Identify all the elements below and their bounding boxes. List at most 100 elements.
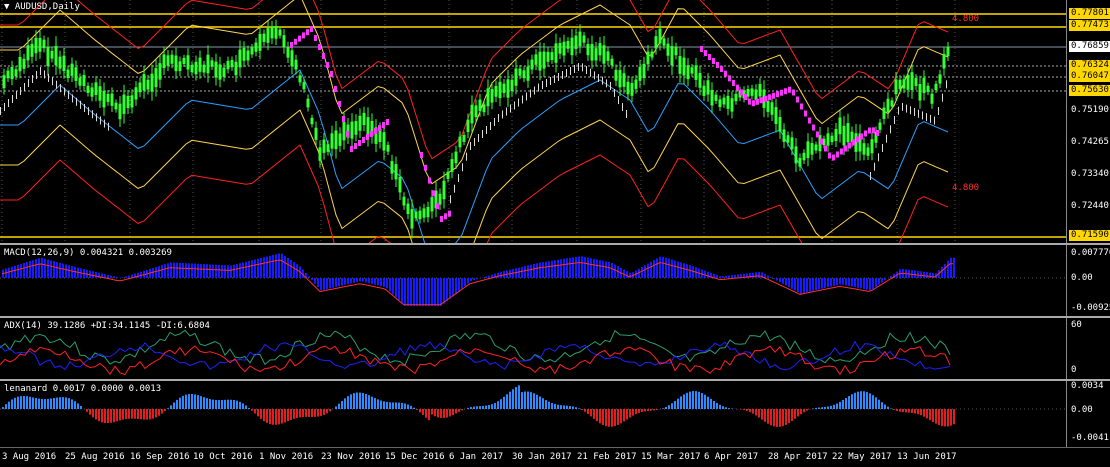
trend-dot	[946, 80, 947, 89]
candle-body	[230, 60, 234, 68]
macd-bar	[320, 278, 322, 291]
supertrend-dot	[832, 154, 835, 161]
candle-body	[546, 51, 550, 62]
lenanard-bar	[446, 409, 448, 418]
date-axis[interactable]: 3 Aug 2016 25 Aug 2016 16 Sep 2016 10 Oc…	[0, 448, 1110, 467]
lenanard-bar	[908, 409, 910, 413]
candle-body	[238, 49, 242, 68]
lenanard-bar	[611, 409, 613, 427]
candle-body	[70, 63, 74, 76]
lenanard-bar	[521, 392, 523, 409]
macd-pane[interactable]: MACD(12,26,9) 0.004321 0.003269	[0, 245, 1066, 316]
candle-body	[834, 129, 838, 142]
trend-dot	[16, 91, 17, 99]
candle-body	[150, 73, 154, 92]
macd-bar	[353, 278, 355, 283]
lenanard-bar	[68, 398, 70, 409]
trend-dot	[614, 89, 615, 97]
candle-body	[66, 69, 70, 79]
candle-body	[190, 64, 194, 73]
macd-bar	[668, 258, 670, 278]
adx-axis[interactable]: 60 0	[1066, 318, 1110, 379]
candle-body	[934, 83, 938, 90]
macd-bar	[62, 263, 64, 278]
lenanard-bar	[830, 405, 832, 409]
lenanard-pane[interactable]: lenanard 0.0017 0.0000 0.0013	[0, 381, 1066, 447]
macd-bar	[539, 262, 541, 278]
trend-dot	[498, 114, 499, 122]
lenanard-bar	[491, 404, 493, 409]
macd-bar	[947, 260, 949, 278]
trend-dot	[558, 73, 559, 81]
candle-body	[594, 48, 598, 61]
macd-axis[interactable]: 0.007776 0.00 -0.009257	[1066, 245, 1110, 316]
date-tick: 10 Oct 2016	[193, 452, 253, 462]
price-axis[interactable]: 0.77801 0.77473 0.76859 0.76324 0.76047 …	[1066, 0, 1110, 243]
macd-bar	[431, 278, 433, 306]
lenanard-bar	[404, 403, 406, 409]
macd-bar	[521, 266, 523, 278]
lenanard-bar	[200, 396, 202, 409]
adx-pane[interactable]: ADX(14) 39.1286 +DI:34.1145 -DI:6.6804	[0, 318, 1066, 379]
macd-bar	[686, 264, 688, 278]
macd-bar	[41, 257, 43, 278]
lenanard-bar	[563, 405, 565, 409]
macd-bar	[797, 278, 799, 292]
lenanard-bar	[203, 397, 205, 409]
price-level-tag: 0.75630	[1069, 85, 1110, 96]
trend-dot	[502, 110, 503, 119]
candle-body	[498, 81, 502, 99]
macd-bar	[722, 276, 724, 278]
lenanard-bar	[773, 409, 775, 427]
lenanard-axis[interactable]: 0.0034 0.00 -0.0041	[1066, 381, 1110, 447]
macd-bar	[290, 260, 292, 278]
lenanard-bar	[587, 409, 589, 415]
price-chart-pane[interactable]: ▼ AUDUSD,Daily 4.800 4.800	[0, 0, 1066, 243]
candle-body	[542, 51, 546, 69]
lenanard-bar	[482, 405, 484, 409]
macd-bar	[554, 260, 556, 278]
macd-bar	[629, 272, 631, 278]
macd-bar	[161, 265, 163, 278]
supertrend-dot	[740, 89, 743, 96]
candle-body	[682, 57, 686, 76]
lenanard-bar	[188, 394, 190, 409]
macd-bar	[251, 260, 253, 278]
macd-bar	[170, 262, 172, 278]
trend-dot	[890, 125, 891, 134]
candle-body	[274, 26, 278, 39]
candle-body	[514, 68, 518, 86]
lenanard-bar	[89, 409, 91, 415]
triangle-down-icon[interactable]: ▼	[4, 2, 9, 12]
lenanard-bar	[686, 392, 688, 409]
candle-body	[454, 151, 458, 164]
supertrend-dot	[840, 148, 843, 155]
trend-dot	[490, 122, 491, 130]
macd-bar	[152, 268, 154, 278]
bollinger-outer-lower	[0, 144, 949, 243]
macd-bar	[296, 264, 298, 278]
macd-bar	[164, 264, 166, 278]
macd-bar	[734, 274, 736, 278]
macd-bar	[8, 267, 10, 278]
candle-body	[34, 37, 38, 54]
adx-label: ADX(14) 39.1286 +DI:34.1145 -DI:6.6804	[4, 321, 210, 331]
lenanard-bar	[290, 409, 292, 420]
price-level-tag: 0.71590	[1069, 230, 1110, 241]
lenanard-bar	[746, 409, 748, 411]
macd-bar	[923, 271, 925, 278]
lenanard-bar	[287, 409, 289, 422]
macd-bar	[20, 263, 22, 278]
lenanard-bar	[263, 409, 265, 422]
trend-dot	[108, 122, 109, 131]
candle-body	[790, 137, 794, 150]
candle-body	[394, 164, 398, 180]
candle-body	[618, 69, 622, 88]
candle-body	[146, 79, 150, 90]
candle-body	[358, 115, 362, 131]
macd-bar	[608, 261, 610, 278]
lenanard-bar	[875, 397, 877, 409]
candle-body	[154, 68, 158, 88]
date-tick: 6 Jan 2017	[449, 452, 504, 462]
lenanard-bar	[533, 393, 535, 409]
